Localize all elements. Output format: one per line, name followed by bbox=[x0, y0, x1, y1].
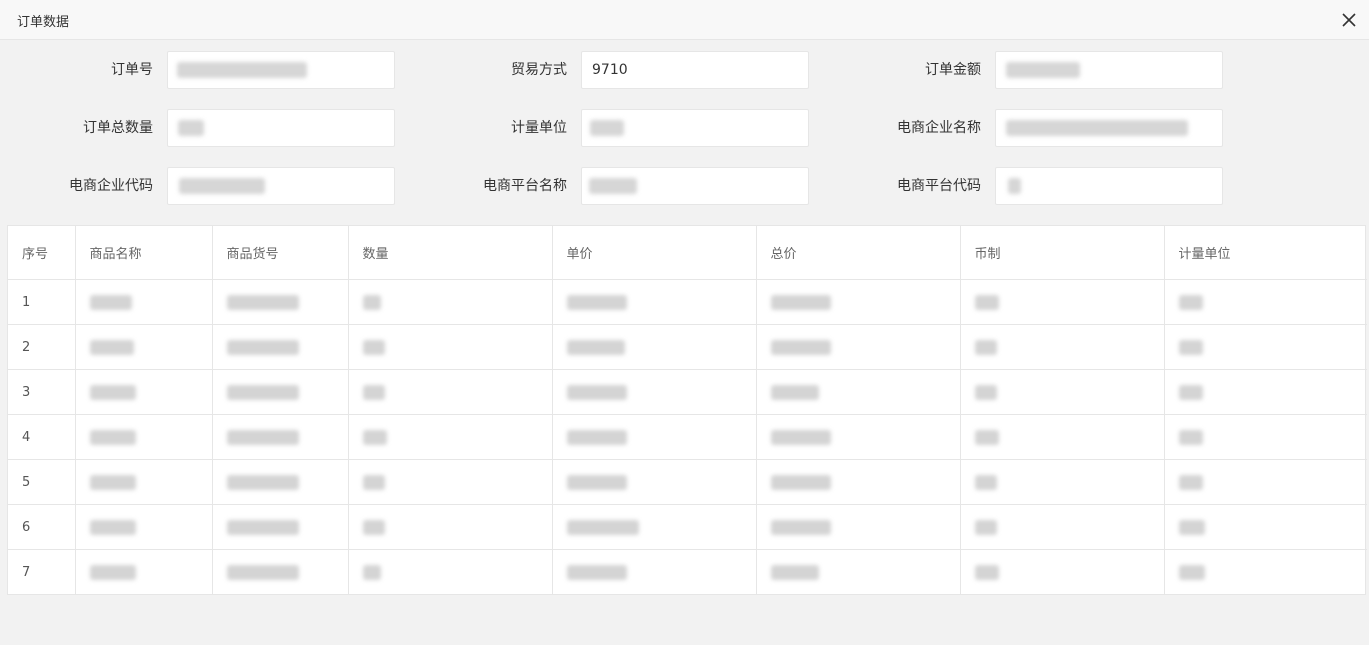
table-row[interactable]: 6 bbox=[8, 504, 1367, 550]
unit-price-cell bbox=[552, 324, 757, 370]
dialog-header: 订单数据 bbox=[0, 0, 1369, 40]
form-row-3: 电商企业代码 电商平台名称 电商平台代码 bbox=[0, 167, 1369, 205]
currency-cell bbox=[960, 504, 1165, 550]
col-header-quantity: 数量 bbox=[348, 226, 553, 280]
unit-input[interactable] bbox=[581, 109, 809, 147]
total-price-cell bbox=[756, 504, 961, 550]
order-no-input[interactable] bbox=[167, 51, 395, 89]
unit-cell bbox=[1164, 504, 1367, 550]
quantity-cell bbox=[348, 369, 553, 415]
unit-cell bbox=[1164, 459, 1367, 505]
ecommerce-platform-code-input[interactable] bbox=[995, 167, 1223, 205]
unit-price-cell bbox=[552, 414, 757, 460]
quantity-cell bbox=[348, 414, 553, 460]
product-name-cell bbox=[75, 279, 213, 325]
product-sku-cell bbox=[212, 279, 349, 325]
close-icon[interactable] bbox=[1339, 10, 1359, 30]
currency-cell bbox=[960, 549, 1165, 594]
ecommerce-platform-code-label: 电商平台代码 bbox=[897, 178, 981, 194]
dialog-title: 订单数据 bbox=[17, 15, 70, 30]
col-header-product-name: 商品名称 bbox=[75, 226, 213, 280]
ecommerce-company-name-input[interactable] bbox=[995, 109, 1223, 147]
form-row-2: 订单总数量 计量单位 电商企业名称 bbox=[0, 109, 1369, 147]
quantity-cell bbox=[348, 279, 553, 325]
form-row-1: 订单号 贸易方式 订单金额 bbox=[0, 51, 1369, 89]
unit-cell bbox=[1164, 369, 1367, 415]
quantity-cell bbox=[348, 504, 553, 550]
unit-price-cell bbox=[552, 459, 757, 505]
unit-cell bbox=[1164, 324, 1367, 370]
row-index: 6 bbox=[8, 504, 76, 550]
product-name-cell bbox=[75, 549, 213, 594]
currency-cell bbox=[960, 414, 1165, 460]
unit-price-cell bbox=[552, 504, 757, 550]
order-items-table: 序号 商品名称 商品货号 数量 单价 总价 币制 计量单位 1 2 3 4 5 … bbox=[7, 225, 1367, 595]
order-total-qty-input[interactable] bbox=[167, 109, 395, 147]
col-header-unit-price: 单价 bbox=[552, 226, 757, 280]
table-row[interactable]: 7 bbox=[8, 549, 1367, 595]
product-sku-cell bbox=[212, 549, 349, 594]
ecommerce-company-code-label: 电商企业代码 bbox=[69, 178, 153, 194]
col-header-unit: 计量单位 bbox=[1164, 226, 1367, 280]
ecommerce-platform-name-input[interactable] bbox=[581, 167, 809, 205]
product-sku-cell bbox=[212, 369, 349, 415]
currency-cell bbox=[960, 459, 1165, 505]
currency-cell bbox=[960, 324, 1165, 370]
product-name-cell bbox=[75, 324, 213, 370]
trade-mode-label: 贸易方式 bbox=[511, 62, 567, 78]
unit-label: 计量单位 bbox=[511, 120, 567, 136]
product-sku-cell bbox=[212, 459, 349, 505]
currency-cell bbox=[960, 369, 1165, 415]
total-price-cell bbox=[756, 459, 961, 505]
row-index: 2 bbox=[8, 324, 76, 370]
table-header-row: 序号 商品名称 商品货号 数量 单价 总价 币制 计量单位 bbox=[8, 226, 1367, 280]
trade-mode-input[interactable] bbox=[581, 51, 809, 89]
col-header-total-price: 总价 bbox=[756, 226, 961, 280]
order-total-qty-label: 订单总数量 bbox=[83, 120, 153, 136]
ecommerce-platform-name-label: 电商平台名称 bbox=[483, 178, 567, 194]
total-price-cell bbox=[756, 369, 961, 415]
quantity-cell bbox=[348, 549, 553, 594]
quantity-cell bbox=[348, 324, 553, 370]
ecommerce-company-name-label: 电商企业名称 bbox=[897, 120, 981, 136]
product-name-cell bbox=[75, 414, 213, 460]
row-index: 7 bbox=[8, 549, 76, 594]
table-row[interactable]: 5 bbox=[8, 459, 1367, 505]
ecommerce-company-code-input[interactable] bbox=[167, 167, 395, 205]
table-row[interactable]: 2 bbox=[8, 324, 1367, 370]
total-price-cell bbox=[756, 549, 961, 594]
col-header-index: 序号 bbox=[8, 226, 76, 280]
order-amount-input[interactable] bbox=[995, 51, 1223, 89]
table-row[interactable]: 1 bbox=[8, 279, 1367, 325]
unit-cell bbox=[1164, 414, 1367, 460]
col-header-product-sku: 商品货号 bbox=[212, 226, 349, 280]
unit-price-cell bbox=[552, 549, 757, 594]
row-index: 1 bbox=[8, 279, 76, 325]
quantity-cell bbox=[348, 459, 553, 505]
unit-cell bbox=[1164, 279, 1367, 325]
product-sku-cell bbox=[212, 414, 349, 460]
row-index: 5 bbox=[8, 459, 76, 505]
row-index: 4 bbox=[8, 414, 76, 460]
product-sku-cell bbox=[212, 324, 349, 370]
order-amount-label: 订单金额 bbox=[925, 62, 981, 78]
currency-cell bbox=[960, 279, 1165, 325]
table-row[interactable]: 4 bbox=[8, 414, 1367, 460]
product-name-cell bbox=[75, 459, 213, 505]
unit-price-cell bbox=[552, 279, 757, 325]
unit-price-cell bbox=[552, 369, 757, 415]
unit-cell bbox=[1164, 550, 1367, 595]
product-name-cell bbox=[75, 369, 213, 415]
col-header-currency: 币制 bbox=[960, 226, 1165, 280]
product-name-cell bbox=[75, 504, 213, 550]
total-price-cell bbox=[756, 414, 961, 460]
table-row[interactable]: 3 bbox=[8, 369, 1367, 415]
order-no-label: 订单号 bbox=[111, 62, 153, 78]
row-index: 3 bbox=[8, 369, 76, 415]
product-sku-cell bbox=[212, 504, 349, 550]
total-price-cell bbox=[756, 324, 961, 370]
total-price-cell bbox=[756, 279, 961, 325]
